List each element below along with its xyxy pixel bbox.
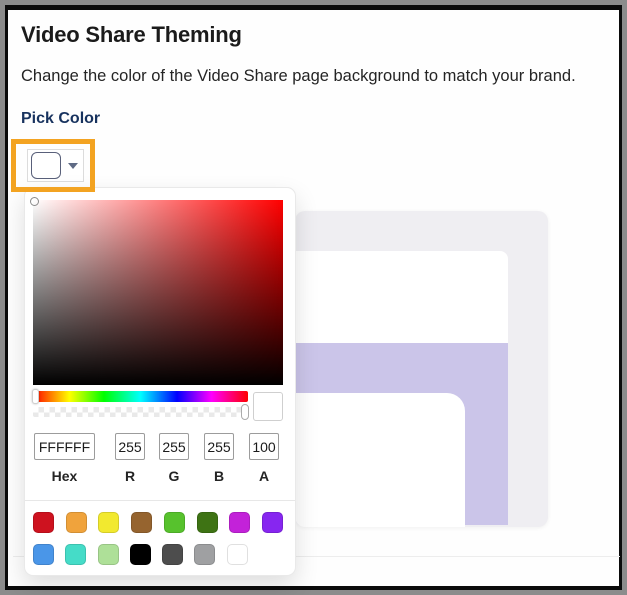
palette-row-1	[33, 512, 283, 533]
red-field-label: R	[124, 468, 136, 484]
page-title: Video Share Theming	[21, 22, 242, 47]
alpha-field-label: A	[258, 468, 270, 484]
palette-swatch-ffffff[interactable]	[226, 544, 248, 565]
palette-swatch-9fa0a2[interactable]	[194, 544, 216, 565]
saturation-value-area[interactable]	[30, 197, 283, 385]
palette-swatch-000000[interactable]	[129, 544, 151, 565]
palette-swatch-3e7314[interactable]	[196, 512, 218, 533]
hex-input[interactable]	[34, 433, 95, 460]
settings-page: Video Share Theming Change the color of …	[5, 5, 622, 590]
green-input[interactable]	[159, 433, 189, 460]
preview-content-card	[295, 393, 465, 527]
alpha-slider[interactable]	[33, 407, 248, 417]
palette-swatch-57c22d[interactable]	[163, 512, 185, 533]
palette-swatch-96642f[interactable]	[131, 512, 153, 533]
palette-row-2	[33, 544, 283, 565]
page-subtitle: Change the color of the Video Share page…	[21, 67, 576, 85]
blue-input[interactable]	[204, 433, 234, 460]
palette-swatch-4d4d4d[interactable]	[162, 544, 184, 565]
current-color-preview	[253, 392, 283, 421]
pick-color-label: Pick Color	[21, 110, 101, 127]
palette-swatch-f0a33c[interactable]	[65, 512, 87, 533]
chevron-down-icon	[68, 162, 78, 169]
palette-swatch-45dcc8[interactable]	[65, 544, 87, 565]
color-picker-popup: Hex R G B A	[24, 187, 296, 576]
palette-swatch-4a96e8[interactable]	[33, 544, 54, 565]
saturation-cursor[interactable]	[30, 197, 39, 206]
preview-header-band	[295, 251, 508, 343]
hue-slider[interactable]	[33, 391, 248, 402]
hex-field-label: Hex	[51, 468, 78, 484]
palette-swatch-ce121f[interactable]	[33, 512, 54, 533]
popup-divider	[25, 500, 295, 501]
blue-field-label: B	[213, 468, 225, 484]
green-field-label: G	[168, 468, 180, 484]
hue-slider-handle[interactable]	[32, 389, 39, 404]
palette-swatch-aee098[interactable]	[97, 544, 119, 565]
color-dropdown-button[interactable]	[27, 149, 84, 182]
palette-swatch-c322d9[interactable]	[229, 512, 251, 533]
red-input[interactable]	[115, 433, 145, 460]
alpha-input[interactable]	[249, 433, 279, 460]
selected-color-swatch[interactable]	[31, 152, 61, 179]
alpha-slider-handle[interactable]	[241, 404, 249, 420]
palette-swatch-f2e92f[interactable]	[98, 512, 120, 533]
palette-swatch-8726f0[interactable]	[261, 512, 283, 533]
theme-preview-card	[295, 211, 548, 527]
